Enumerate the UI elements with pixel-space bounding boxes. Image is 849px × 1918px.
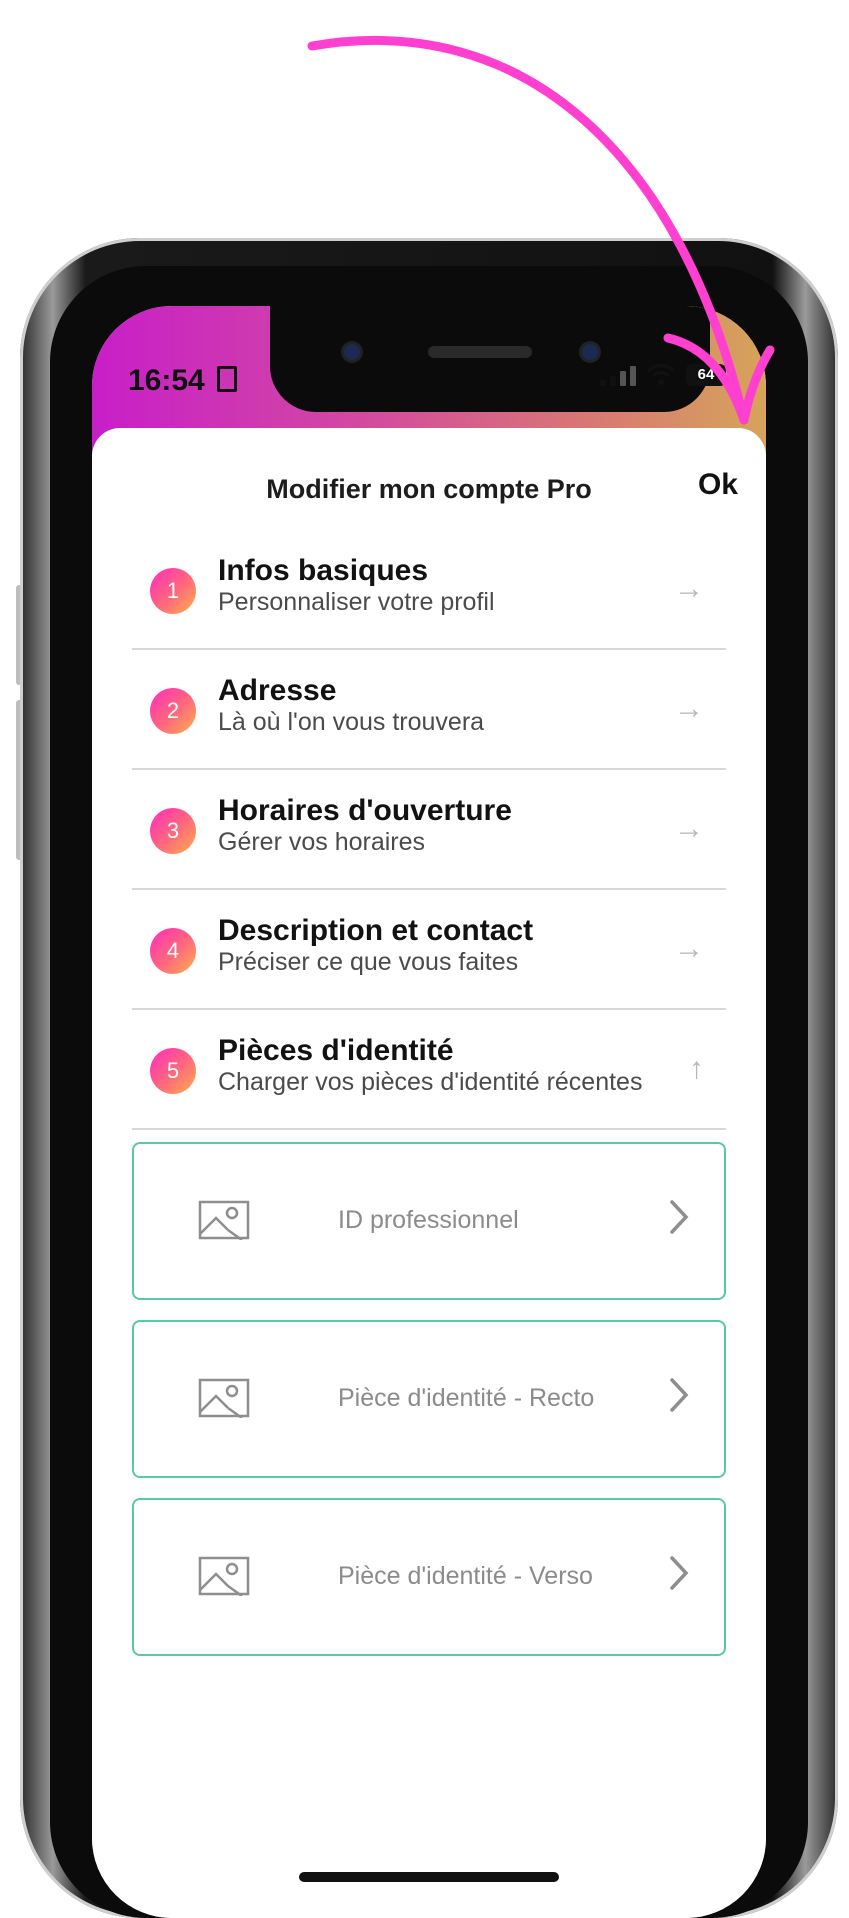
step-number-badge: 2: [150, 688, 196, 734]
step-subtitle: Gérer vos horaires: [218, 828, 426, 856]
chevron-right-icon: [670, 1556, 689, 1590]
step-number-badge: 5: [150, 1048, 196, 1094]
document-label: Pièce d'identité - Verso: [338, 1562, 593, 1590]
upload-identity-front[interactable]: Pièce d'identité - Recto: [132, 1320, 726, 1478]
wifi-icon: [646, 363, 676, 385]
step-title: Horaires d'ouverture: [218, 794, 512, 827]
sensor-icon: [344, 344, 360, 360]
page-title: Modifier mon compte Pro: [266, 474, 592, 504]
arrow-right-icon: →: [674, 572, 704, 605]
upload-professional-id[interactable]: ID professionnel: [132, 1142, 726, 1300]
image-icon: [198, 1378, 250, 1418]
arrow-right-icon: →: [674, 812, 704, 845]
step-subtitle: Personnaliser votre profil: [218, 588, 495, 616]
image-icon: [198, 1556, 250, 1596]
battery-icon: 64: [686, 364, 726, 386]
step-subtitle: Charger vos pièces d'identité récentes: [218, 1068, 643, 1096]
chevron-right-icon: [670, 1378, 689, 1412]
step-title: Pièces d'identité: [218, 1034, 454, 1067]
sim-card-icon: [217, 366, 238, 392]
arrow-right-icon: →: [674, 692, 704, 725]
chevron-right-icon: [670, 1200, 689, 1234]
step-title: Infos basiques: [218, 554, 429, 587]
step-title: Description et contact: [218, 914, 534, 947]
arrow-right-icon: →: [674, 932, 704, 965]
step-title: Adresse: [218, 674, 337, 707]
status-icons: 64: [600, 362, 726, 386]
step-identity-documents[interactable]: 5 Pièces d'identité Charger vos pièces d…: [132, 1010, 726, 1130]
camera-icon: [582, 344, 598, 360]
phone-frame: 16:54 64 Modifier mon compte Pro Ok 1 In…: [20, 238, 838, 1918]
upload-identity-back[interactable]: Pièce d'identité - Verso: [132, 1498, 726, 1656]
step-number-badge: 1: [150, 568, 196, 614]
signal-icon: [600, 364, 636, 386]
step-address[interactable]: 2 Adresse Là où l'on vous trouvera →: [132, 650, 726, 770]
step-number-badge: 3: [150, 808, 196, 854]
steps-list: 1 Infos basiques Personnaliser votre pro…: [132, 530, 726, 1130]
arrow-up-icon: ↑: [689, 1052, 704, 1085]
step-subtitle: Là où l'on vous trouvera: [218, 708, 485, 736]
step-number-badge: 4: [150, 928, 196, 974]
speaker: [428, 346, 532, 358]
document-label: Pièce d'identité - Recto: [338, 1384, 595, 1412]
notch: [270, 306, 710, 412]
status-time: 16:54: [128, 364, 238, 398]
document-label: ID professionnel: [338, 1206, 519, 1234]
ok-button[interactable]: Ok: [698, 468, 738, 502]
step-basic-info[interactable]: 1 Infos basiques Personnaliser votre pro…: [132, 530, 726, 650]
edit-sheet: Modifier mon compte Pro Ok 1 Infos basiq…: [92, 428, 766, 1918]
image-icon: [198, 1200, 250, 1240]
step-opening-hours[interactable]: 3 Horaires d'ouverture Gérer vos horaire…: [132, 770, 726, 890]
home-indicator: [299, 1872, 559, 1882]
step-description-contact[interactable]: 4 Description et contact Préciser ce que…: [132, 890, 726, 1010]
step-subtitle: Préciser ce que vous faites: [218, 948, 519, 976]
app-screen: 16:54 64 Modifier mon compte Pro Ok 1 In…: [92, 306, 766, 1918]
